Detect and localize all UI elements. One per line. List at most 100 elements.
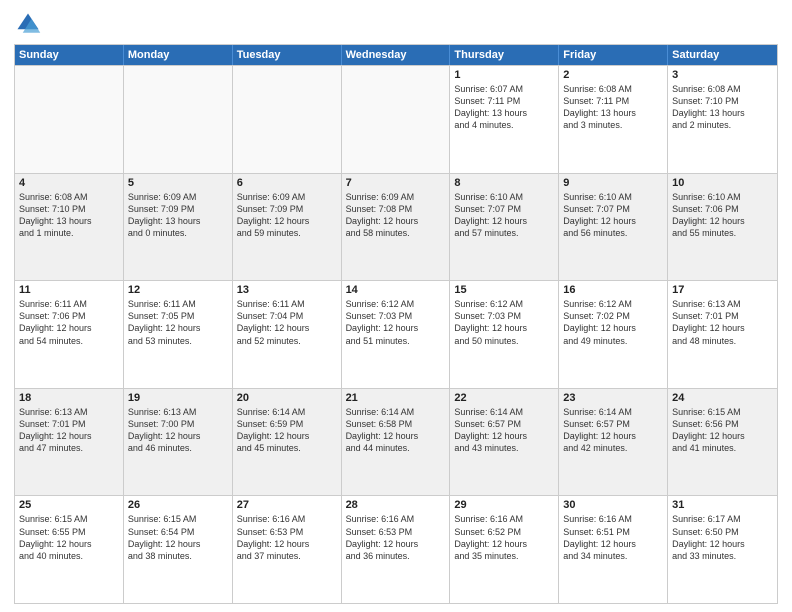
day-info: Sunrise: 6:11 AM Sunset: 7:04 PM Dayligh…: [237, 298, 337, 347]
day-info: Sunrise: 6:12 AM Sunset: 7:02 PM Dayligh…: [563, 298, 663, 347]
day-number: 17: [672, 284, 773, 296]
calendar-cell: 10 Sunrise: 6:10 AM Sunset: 7:06 PM Dayli…: [668, 174, 777, 281]
calendar-cell: 12Sunrise: 6:11 AM Sunset: 7:05 PM Dayli…: [124, 281, 233, 388]
day-number: 10: [672, 177, 773, 189]
calendar-cell: 31 Sunrise: 6:17 AM Sunset: 6:50 PM Dayli…: [668, 496, 777, 603]
day-info: Sunrise: 6:14 AM Sunset: 6:59 PM Dayligh…: [237, 406, 337, 455]
calendar-cell: 9 Sunrise: 6:10 AM Sunset: 7:07 PM Daylig…: [559, 174, 668, 281]
day-number: 29: [454, 499, 554, 511]
day-number: 8: [454, 177, 554, 189]
weekday-header: Monday: [124, 45, 233, 65]
calendar-cell: 29 Sunrise: 6:16 AM Sunset: 6:52 PM Dayli…: [450, 496, 559, 603]
day-number: 16: [563, 284, 663, 296]
day-number: 22: [454, 392, 554, 404]
day-info: Sunrise: 6:16 AM Sunset: 6:52 PM Dayligh…: [454, 513, 554, 562]
day-number: 24: [672, 392, 773, 404]
day-number: 6: [237, 177, 337, 189]
day-info: Sunrise: 6:07 AM Sunset: 7:11 PM Dayligh…: [454, 83, 554, 132]
day-info: Sunrise: 6:12 AM Sunset: 7:03 PM Dayligh…: [346, 298, 446, 347]
calendar-cell: 25 Sunrise: 6:15 AM Sunset: 6:55 PM Dayli…: [15, 496, 124, 603]
day-number: 3: [672, 69, 773, 81]
day-info: Sunrise: 6:12 AM Sunset: 7:03 PM Dayligh…: [454, 298, 554, 347]
day-info: Sunrise: 6:11 AM Sunset: 7:06 PM Dayligh…: [19, 298, 119, 347]
calendar-cell: [15, 66, 124, 173]
day-info: Sunrise: 6:08 AM Sunset: 7:10 PM Dayligh…: [672, 83, 773, 132]
calendar-cell: 30 Sunrise: 6:16 AM Sunset: 6:51 PM Dayli…: [559, 496, 668, 603]
weekday-header: Tuesday: [233, 45, 342, 65]
calendar-cell: 26Sunrise: 6:15 AM Sunset: 6:54 PM Dayli…: [124, 496, 233, 603]
day-number: 11: [19, 284, 119, 296]
day-number: 9: [563, 177, 663, 189]
day-number: 13: [237, 284, 337, 296]
calendar-cell: 6 Sunrise: 6:09 AM Sunset: 7:09 PM Daylig…: [233, 174, 342, 281]
page: SundayMondayTuesdayWednesdayThursdayFrid…: [0, 0, 792, 612]
calendar-cell: [233, 66, 342, 173]
day-info: Sunrise: 6:10 AM Sunset: 7:07 PM Dayligh…: [563, 191, 663, 240]
calendar-cell: 20 Sunrise: 6:14 AM Sunset: 6:59 PM Dayli…: [233, 389, 342, 496]
calendar-cell: 3 Sunrise: 6:08 AM Sunset: 7:10 PM Daylig…: [668, 66, 777, 173]
calendar-cell: 8 Sunrise: 6:10 AM Sunset: 7:07 PM Daylig…: [450, 174, 559, 281]
day-info: Sunrise: 6:09 AM Sunset: 7:09 PM Dayligh…: [128, 191, 228, 240]
calendar-cell: 27 Sunrise: 6:16 AM Sunset: 6:53 PM Dayli…: [233, 496, 342, 603]
day-number: 18: [19, 392, 119, 404]
day-info: Sunrise: 6:14 AM Sunset: 6:57 PM Dayligh…: [563, 406, 663, 455]
calendar-row: 1 Sunrise: 6:07 AM Sunset: 7:11 PM Daylig…: [15, 65, 777, 173]
day-number: 25: [19, 499, 119, 511]
calendar-header: SundayMondayTuesdayWednesdayThursdayFrid…: [15, 45, 777, 65]
calendar-cell: 1 Sunrise: 6:07 AM Sunset: 7:11 PM Daylig…: [450, 66, 559, 173]
calendar-cell: 22Sunrise: 6:14 AM Sunset: 6:57 PM Dayli…: [450, 389, 559, 496]
calendar-row: 11 Sunrise: 6:11 AM Sunset: 7:06 PM Dayli…: [15, 280, 777, 388]
day-number: 21: [346, 392, 446, 404]
day-info: Sunrise: 6:10 AM Sunset: 7:06 PM Dayligh…: [672, 191, 773, 240]
calendar-cell: 19 Sunrise: 6:13 AM Sunset: 7:00 PM Dayli…: [124, 389, 233, 496]
calendar-cell: 21 Sunrise: 6:14 AM Sunset: 6:58 PM Dayli…: [342, 389, 451, 496]
day-info: Sunrise: 6:10 AM Sunset: 7:07 PM Dayligh…: [454, 191, 554, 240]
weekday-header: Saturday: [668, 45, 777, 65]
day-info: Sunrise: 6:13 AM Sunset: 7:01 PM Dayligh…: [19, 406, 119, 455]
logo-icon: [14, 10, 42, 38]
day-number: 2: [563, 69, 663, 81]
day-info: Sunrise: 6:15 AM Sunset: 6:55 PM Dayligh…: [19, 513, 119, 562]
calendar: SundayMondayTuesdayWednesdayThursdayFrid…: [14, 44, 778, 604]
day-info: Sunrise: 6:08 AM Sunset: 7:11 PM Dayligh…: [563, 83, 663, 132]
day-number: 27: [237, 499, 337, 511]
day-info: Sunrise: 6:13 AM Sunset: 7:01 PM Dayligh…: [672, 298, 773, 347]
day-info: Sunrise: 6:16 AM Sunset: 6:53 PM Dayligh…: [346, 513, 446, 562]
day-number: 4: [19, 177, 119, 189]
day-info: Sunrise: 6:13 AM Sunset: 7:00 PM Dayligh…: [128, 406, 228, 455]
day-number: 7: [346, 177, 446, 189]
calendar-row: 25 Sunrise: 6:15 AM Sunset: 6:55 PM Dayli…: [15, 495, 777, 603]
calendar-cell: [342, 66, 451, 173]
day-number: 31: [672, 499, 773, 511]
day-info: Sunrise: 6:16 AM Sunset: 6:51 PM Dayligh…: [563, 513, 663, 562]
day-number: 28: [346, 499, 446, 511]
day-number: 20: [237, 392, 337, 404]
day-info: Sunrise: 6:17 AM Sunset: 6:50 PM Dayligh…: [672, 513, 773, 562]
calendar-cell: [124, 66, 233, 173]
day-number: 1: [454, 69, 554, 81]
calendar-cell: 2 Sunrise: 6:08 AM Sunset: 7:11 PM Daylig…: [559, 66, 668, 173]
day-number: 5: [128, 177, 228, 189]
day-info: Sunrise: 6:15 AM Sunset: 6:54 PM Dayligh…: [128, 513, 228, 562]
day-number: 30: [563, 499, 663, 511]
calendar-cell: 15 Sunrise: 6:12 AM Sunset: 7:03 PM Dayli…: [450, 281, 559, 388]
day-info: Sunrise: 6:14 AM Sunset: 6:58 PM Dayligh…: [346, 406, 446, 455]
day-number: 12: [128, 284, 228, 296]
weekday-header: Thursday: [450, 45, 559, 65]
day-info: Sunrise: 6:09 AM Sunset: 7:09 PM Dayligh…: [237, 191, 337, 240]
logo: [14, 10, 46, 38]
calendar-cell: 28 Sunrise: 6:16 AM Sunset: 6:53 PM Dayli…: [342, 496, 451, 603]
day-info: Sunrise: 6:09 AM Sunset: 7:08 PM Dayligh…: [346, 191, 446, 240]
calendar-cell: 5 Sunrise: 6:09 AM Sunset: 7:09 PM Daylig…: [124, 174, 233, 281]
weekday-header: Wednesday: [342, 45, 451, 65]
day-number: 15: [454, 284, 554, 296]
day-number: 19: [128, 392, 228, 404]
calendar-cell: 24Sunrise: 6:15 AM Sunset: 6:56 PM Dayli…: [668, 389, 777, 496]
day-number: 23: [563, 392, 663, 404]
calendar-row: 4Sunrise: 6:08 AM Sunset: 7:10 PM Daylig…: [15, 173, 777, 281]
header: [14, 10, 778, 38]
day-info: Sunrise: 6:16 AM Sunset: 6:53 PM Dayligh…: [237, 513, 337, 562]
calendar-cell: 11 Sunrise: 6:11 AM Sunset: 7:06 PM Dayli…: [15, 281, 124, 388]
weekday-header: Friday: [559, 45, 668, 65]
calendar-body: 1 Sunrise: 6:07 AM Sunset: 7:11 PM Daylig…: [15, 65, 777, 603]
